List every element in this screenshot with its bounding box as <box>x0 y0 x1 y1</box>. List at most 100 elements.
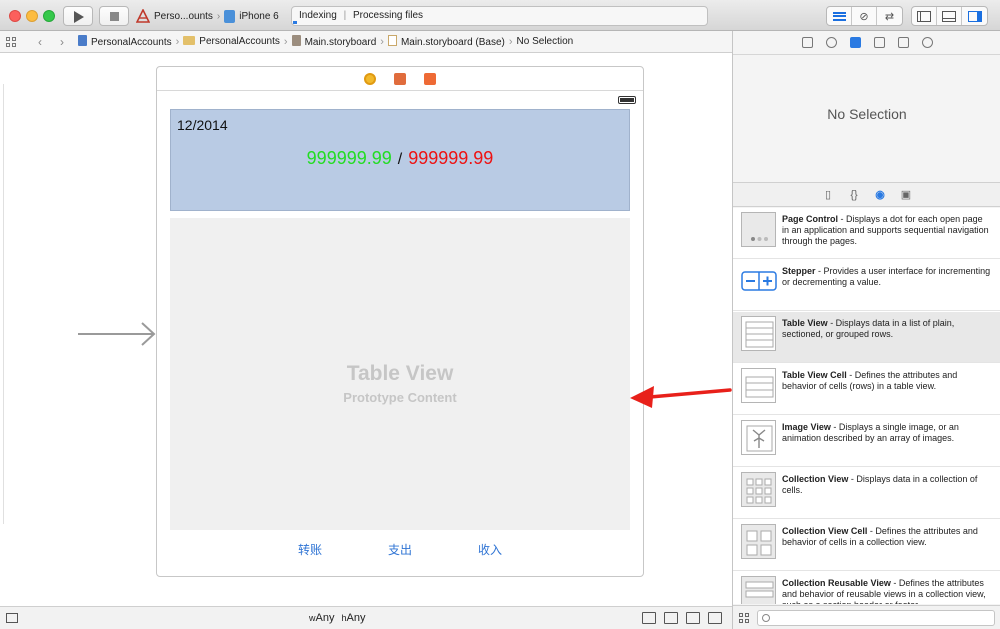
breadcrumb-project-label: PersonalAccounts <box>91 37 172 48</box>
library-item-image-view[interactable]: Image View - Displays a single image, or… <box>733 416 1000 467</box>
breadcrumb-selection[interactable]: No Selection <box>517 36 574 47</box>
stack-icon[interactable] <box>642 612 656 624</box>
file-inspector-icon[interactable] <box>801 37 813 48</box>
library-item-collection-view[interactable]: Collection View - Displays data in a col… <box>733 468 1000 519</box>
align-icon[interactable] <box>664 612 678 624</box>
grid-view-toggle-icon[interactable] <box>739 613 749 623</box>
library-item-page-control[interactable]: Page Control - Displays a dot for each o… <box>733 208 1000 259</box>
scene-dock <box>157 67 643 91</box>
stop-button[interactable] <box>99 6 129 26</box>
first-responder-icon[interactable] <box>394 72 406 85</box>
navigator-panel-icon <box>917 10 931 22</box>
page-control-icon <box>741 212 776 247</box>
breadcrumb-project[interactable]: PersonalAccounts <box>78 35 172 48</box>
date-label[interactable]: 12/2014 <box>177 117 228 133</box>
run-button[interactable] <box>63 6 93 26</box>
library-filter-field[interactable] <box>757 610 995 626</box>
related-items-icon[interactable] <box>6 36 16 47</box>
object-library-icon[interactable]: ◉ <box>874 188 886 201</box>
project-file-icon <box>78 35 87 46</box>
library-item-name: Collection Reusable View <box>782 578 891 588</box>
table-view-icon <box>741 316 776 351</box>
debug-area-toggle-button[interactable] <box>937 7 962 25</box>
action-buttons-row: 转账 支出 收入 <box>170 541 630 559</box>
library-item-collection-view-cell[interactable]: Collection View Cell - Defines the attri… <box>733 520 1000 571</box>
attributes-inspector-icon[interactable] <box>873 37 885 48</box>
assistant-editor-button[interactable]: ⊘ <box>852 7 877 25</box>
table-view-cell-icon <box>741 368 776 403</box>
library-item-table-view[interactable]: Table View - Displays data in a list of … <box>733 312 1000 363</box>
chevron-right-icon: › <box>283 35 288 48</box>
resolve-issues-icon[interactable] <box>708 612 722 624</box>
window-toolbar: Perso...ounts › iPhone 6 Indexing | Proc… <box>0 0 1000 31</box>
activity-detail: Processing files <box>352 10 424 21</box>
amount-separator: / <box>397 151 403 168</box>
breadcrumb-storyboard[interactable]: Main.storyboard <box>291 35 376 48</box>
editor-mode-control: ⊘ ⇄ <box>826 6 903 26</box>
transfer-button[interactable]: 转账 <box>298 541 322 558</box>
size-class-width-value: Any <box>315 612 335 624</box>
image-view-icon <box>741 420 776 455</box>
standard-editor-button[interactable] <box>827 7 852 25</box>
version-editor-icon: ⇄ <box>884 10 895 23</box>
exit-icon[interactable] <box>424 72 436 85</box>
summary-header-view[interactable]: 12/2014 999999.99 / 999999.99 <box>170 109 630 211</box>
view-controller-scene[interactable]: 12/2014 999999.99 / 999999.99 Table View P… <box>156 66 644 577</box>
media-library-icon[interactable]: ▣ <box>900 188 912 201</box>
size-inspector-icon[interactable] <box>897 37 909 48</box>
chevron-right-icon: › <box>216 10 221 22</box>
navigator-toggle-button[interactable] <box>912 7 937 25</box>
library-tabs: ▯ {} ◉ ▣ <box>733 183 1000 207</box>
storyboard-icon <box>291 35 301 46</box>
version-editor-button[interactable]: ⇄ <box>877 7 902 25</box>
size-class-control[interactable]: wAny hAny <box>309 612 366 624</box>
income-label[interactable]: 999999.99 <box>307 148 392 168</box>
quick-help-icon[interactable] <box>825 37 837 48</box>
identity-inspector-icon[interactable] <box>849 37 861 48</box>
object-library-list[interactable]: Page Control - Displays a dot for each o… <box>733 208 1000 604</box>
utilities-panel: No Selection ▯ {} ◉ ▣ Page Control - Dis… <box>732 31 1000 629</box>
forward-arrow-icon[interactable]: › <box>52 35 72 49</box>
back-arrow-icon[interactable]: ‹ <box>30 35 50 49</box>
scheme-selector[interactable]: Perso...ounts › iPhone 6 <box>136 6 279 26</box>
library-item-name: Collection View Cell <box>782 526 868 536</box>
breadcrumb-group[interactable]: PersonalAccounts <box>183 36 280 47</box>
code-snippet-library-icon[interactable]: {} <box>848 189 860 201</box>
library-item-name: Collection View <box>782 474 849 484</box>
library-item-collection-reusable-view[interactable]: Collection Reusable View - Defines the a… <box>733 572 1000 604</box>
zoom-window-button[interactable] <box>43 10 55 22</box>
utilities-toggle-button[interactable] <box>962 7 987 25</box>
library-item-text: Page Control - Displays a dot for each o… <box>782 214 992 247</box>
library-item-name: Image View <box>782 422 831 432</box>
minimize-window-button[interactable] <box>26 10 38 22</box>
annotation-arrow <box>630 386 732 408</box>
file-template-library-icon[interactable]: ▯ <box>822 188 834 201</box>
iphone-icon <box>224 9 236 23</box>
storyboard-entry-arrow <box>78 322 156 346</box>
standard-editor-icon <box>832 11 846 21</box>
breadcrumb-storyboard-base[interactable]: Main.storyboard (Base) <box>387 35 505 48</box>
chevron-right-icon: › <box>508 35 513 48</box>
pin-icon[interactable] <box>686 612 700 624</box>
income-button[interactable]: 收入 <box>478 541 502 558</box>
amounts-row: 999999.99 / 999999.99 <box>171 148 629 169</box>
library-item-stepper[interactable]: Stepper - Provides a user interface for … <box>733 260 1000 311</box>
view-controller-icon[interactable] <box>364 72 376 85</box>
view-toggle-control <box>911 6 988 26</box>
inspector-tabs <box>733 31 1000 55</box>
close-window-button[interactable] <box>9 10 21 22</box>
breadcrumb-group-label: PersonalAccounts <box>199 36 280 47</box>
app-icon <box>136 9 150 23</box>
chevron-right-icon: › <box>175 35 180 48</box>
assistant-editor-icon: ⊘ <box>859 10 869 23</box>
canvas-bottom-bar: wAny hAny <box>0 606 732 629</box>
connections-inspector-icon[interactable] <box>921 37 933 48</box>
expense-label[interactable]: 999999.99 <box>408 148 493 168</box>
activity-status: Indexing <box>299 10 337 21</box>
document-outline-toggle-icon[interactable] <box>6 613 18 623</box>
storyboard-canvas[interactable]: 12/2014 999999.99 / 999999.99 Table View P… <box>0 54 732 605</box>
table-view[interactable]: Table View Prototype Content <box>170 218 630 530</box>
library-item-table-view-cell[interactable]: Table View Cell - Defines the attributes… <box>733 364 1000 415</box>
expense-button[interactable]: 支出 <box>388 541 412 558</box>
breadcrumb-storyboard-base-label: Main.storyboard (Base) <box>400 37 505 48</box>
